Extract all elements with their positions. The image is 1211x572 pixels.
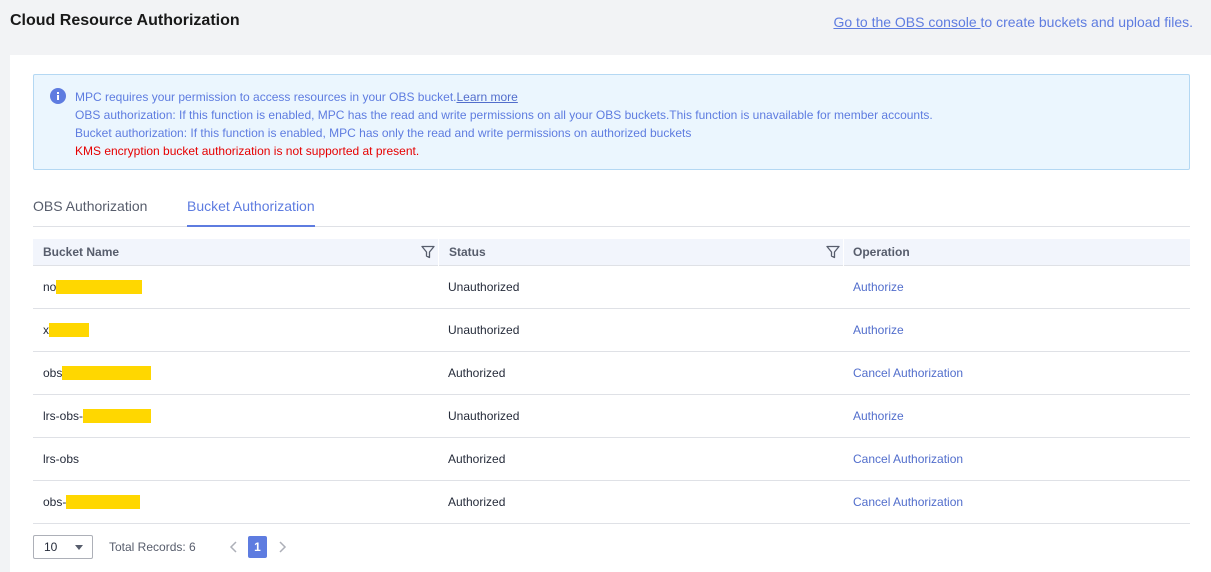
column-bucket-name: Bucket Name	[33, 239, 438, 266]
status-cell: Unauthorized	[448, 409, 520, 423]
page-size-select[interactable]: 10	[33, 535, 93, 559]
filter-icon[interactable]	[421, 245, 435, 259]
obs-console-link[interactable]: Go to the OBS console	[833, 14, 980, 30]
page-number-current[interactable]: 1	[248, 536, 267, 558]
caret-down-icon	[75, 545, 83, 550]
redaction-mask	[62, 365, 152, 380]
redaction-mask	[56, 279, 143, 294]
page-header: Cloud Resource Authorization Go to the O…	[0, 0, 1211, 54]
header-hint-text: to create buckets and upload files.	[980, 14, 1193, 30]
cancel-authorization-link[interactable]: Cancel Authorization	[843, 481, 963, 524]
tab-bucket-authorization[interactable]: Bucket Authorization	[187, 198, 315, 227]
info-notice: MPC requires your permission to access r…	[33, 74, 1190, 170]
column-operation: Operation	[853, 245, 910, 259]
table-row: obs- Authorized Cancel Authorization	[33, 481, 1190, 524]
chevron-right-icon[interactable]	[274, 539, 290, 555]
column-status: Status	[439, 239, 843, 266]
info-icon	[50, 88, 66, 104]
chevron-left-icon[interactable]	[226, 539, 242, 555]
bucket-name-cell: obs-	[33, 481, 141, 524]
cancel-authorization-link[interactable]: Cancel Authorization	[843, 352, 963, 395]
status-cell: Authorized	[448, 495, 506, 509]
pagination: 10 Total Records: 6 1	[33, 535, 433, 559]
bucket-name-cell: no	[33, 266, 143, 309]
bucket-name-cell: obs	[33, 352, 152, 395]
authorize-link[interactable]: Authorize	[843, 309, 904, 352]
table-row: lrs-obs Authorized Cancel Authorization	[33, 438, 1190, 481]
notice-line-3: Bucket authorization: If this function i…	[75, 126, 692, 140]
bucket-table: Bucket Name Status Operation no Unauthor…	[33, 239, 1190, 524]
tab-obs-authorization[interactable]: OBS Authorization	[33, 198, 147, 227]
status-cell: Unauthorized	[448, 323, 520, 337]
table-row: no Unauthorized Authorize	[33, 266, 1190, 309]
learn-more-link[interactable]: Learn more	[456, 90, 517, 104]
table-header: Bucket Name Status Operation	[33, 239, 1190, 266]
notice-line-1: MPC requires your permission to access r…	[75, 90, 518, 104]
status-cell: Authorized	[448, 452, 506, 466]
table-row: x Unauthorized Authorize	[33, 309, 1190, 352]
content-card: MPC requires your permission to access r…	[10, 55, 1211, 572]
status-cell: Unauthorized	[448, 280, 520, 294]
status-cell: Authorized	[448, 366, 506, 380]
table-row: lrs-obs- Unauthorized Authorize	[33, 395, 1190, 438]
authorize-link[interactable]: Authorize	[843, 266, 904, 309]
bucket-name-cell: lrs-obs-	[33, 395, 152, 438]
table-row: obs Authorized Cancel Authorization	[33, 352, 1190, 395]
cancel-authorization-link[interactable]: Cancel Authorization	[843, 438, 963, 481]
total-records: Total Records: 6	[109, 540, 196, 554]
bucket-name-cell: lrs-obs	[43, 452, 80, 466]
bucket-name-cell: x	[33, 309, 89, 352]
tab-bar: OBS Authorization Bucket Authorization	[33, 190, 1190, 227]
header-hint: Go to the OBS console to create buckets …	[833, 14, 1193, 30]
notice-line-2: OBS authorization: If this function is e…	[75, 108, 933, 122]
page-title: Cloud Resource Authorization	[10, 12, 240, 29]
notice-warning: KMS encryption bucket authorization is n…	[75, 144, 420, 158]
redaction-mask	[66, 494, 141, 509]
redaction-mask	[83, 408, 152, 423]
authorize-link[interactable]: Authorize	[843, 395, 904, 438]
filter-icon[interactable]	[826, 245, 840, 259]
redaction-mask	[49, 322, 89, 337]
